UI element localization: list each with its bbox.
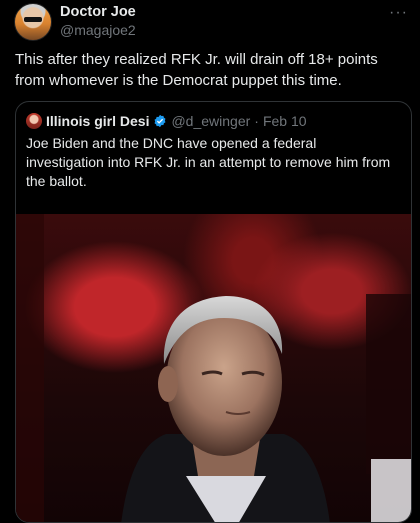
quoted-tweet-photo[interactable] <box>16 214 411 522</box>
glasses-shape <box>24 17 42 22</box>
quoted-tweet-date[interactable]: Feb 10 <box>263 113 307 129</box>
tweet[interactable]: Doctor Joe @magajoe2 ··· This after they… <box>0 0 420 523</box>
quoted-author-handle[interactable]: @d_ewinger <box>171 113 250 129</box>
quoted-author-name[interactable]: Illinois girl Desi <box>46 113 149 129</box>
author-handle[interactable]: @magajoe2 <box>60 22 136 38</box>
quoted-tweet[interactable]: Illinois girl Desi @d_ewinger · Feb 10 J… <box>15 101 412 523</box>
quoted-paragraph: Joe Biden and the DNC have opened a fede… <box>26 135 391 189</box>
author-avatar[interactable] <box>14 3 52 41</box>
dot-separator: · <box>254 113 259 129</box>
tweet-text: This after they realized RFK Jr. will dr… <box>15 51 378 89</box>
author-name[interactable]: Doctor Joe <box>60 4 136 20</box>
verified-badge-icon <box>154 114 166 128</box>
more-options-icon[interactable]: ··· <box>389 4 408 22</box>
quoted-author-avatar[interactable] <box>26 113 42 129</box>
photo-illustration <box>16 214 411 522</box>
quoted-tweet-header: Illinois girl Desi @d_ewinger · Feb 10 <box>26 112 307 130</box>
